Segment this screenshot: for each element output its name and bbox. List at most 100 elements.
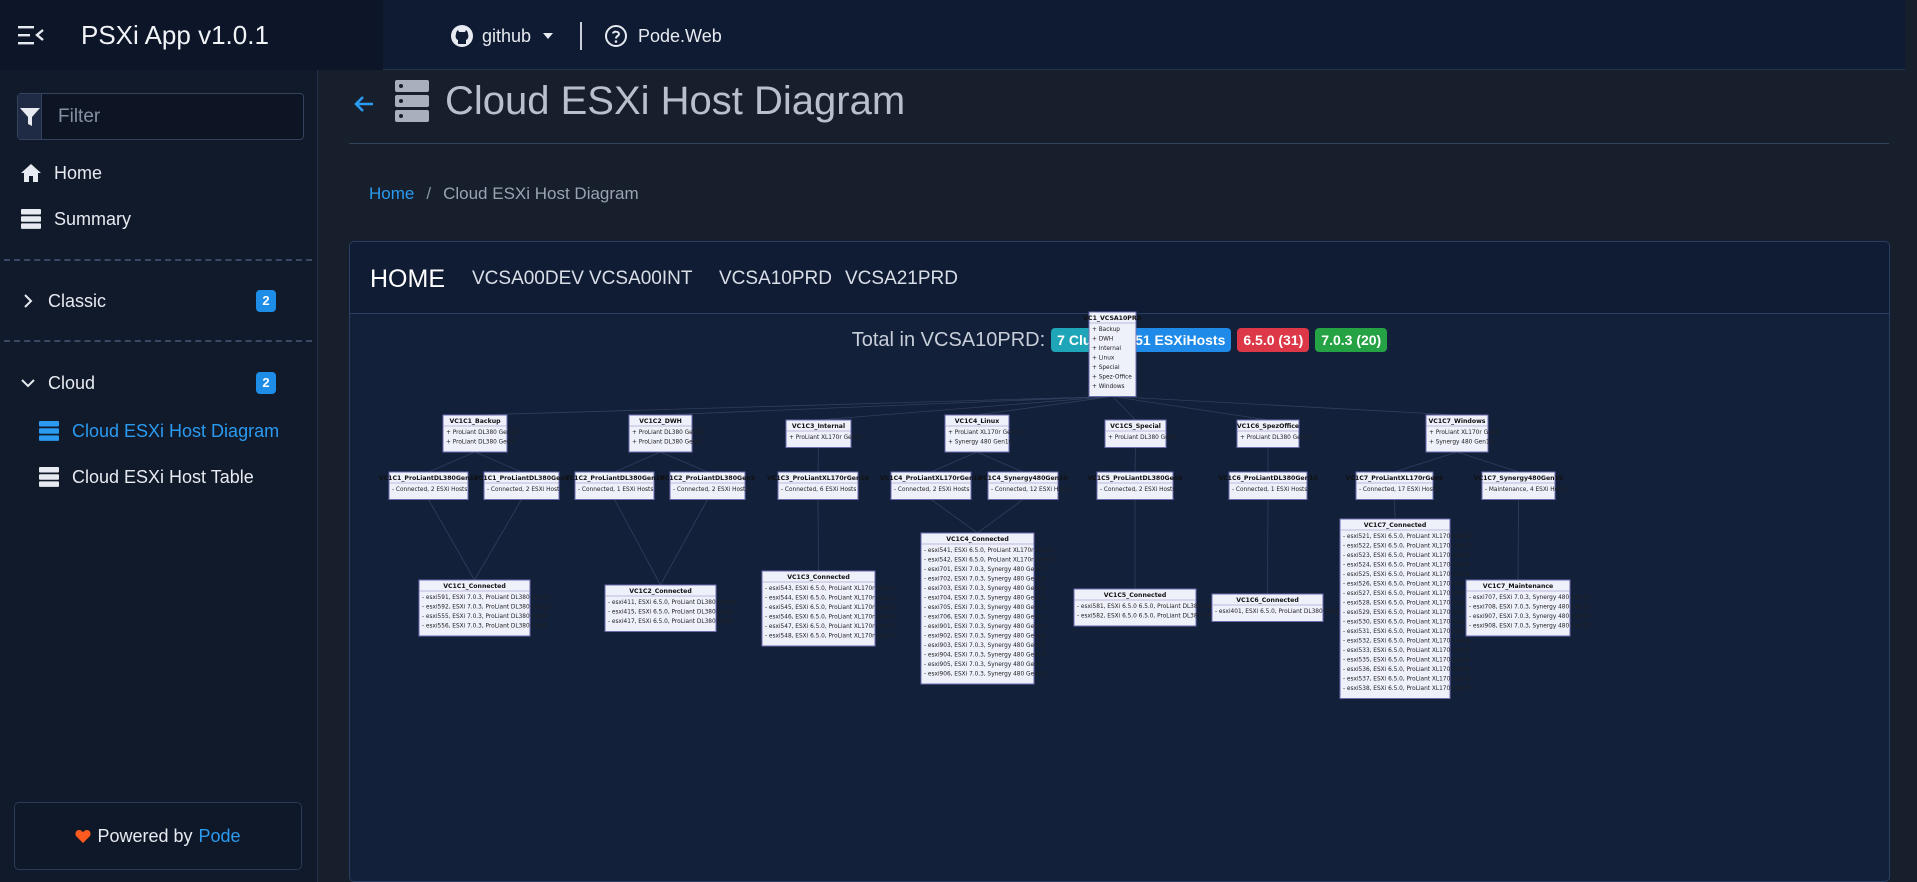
diagram-node-title: VC1C6_SpezOffice — [1237, 423, 1299, 430]
github-dropdown[interactable]: github — [450, 22, 554, 50]
back-arrow-icon[interactable] — [352, 92, 376, 116]
diagram-node-line: - esxi525, ESXi 6.5.0, ProLiant XL170r G… — [1343, 572, 1470, 578]
filter-input[interactable] — [42, 94, 303, 139]
diagram-node-line: - esxi542, ESXi 6.5.0, ProLiant XL170r G… — [924, 558, 1055, 564]
diagram-node-line: - esxi545, ESXi 6.5.0, ProLiant XL170r G… — [765, 605, 896, 611]
app-title[interactable]: PSXi App v1.0.1 — [81, 20, 269, 51]
pode-link[interactable]: Pode — [199, 826, 241, 847]
diagram-node-line: + Linux — [1092, 356, 1115, 362]
diagram-node-line: - esxi904, ESXi 7.0.3, Synergy 480 Gen10 — [924, 653, 1045, 659]
diagram-node-title: VC1C3_ProLiantXL170rGen10 — [767, 475, 870, 482]
diagram-node-title: VC1C7_Connected — [1364, 522, 1427, 529]
filter-button[interactable] — [18, 94, 42, 139]
model-node: VC1C5_ProLiantDL380Gen9 - Connected, 2 ES… — [1088, 471, 1183, 500]
diagram-node-title: VC1C1_Connected — [443, 583, 506, 590]
model-node: VC1C4_ProLiantXL170rGen10 - Connected, 2 … — [880, 471, 983, 500]
cluster-node: VC1C6_SpezOffice + ProLiant DL380 Gen10 — [1236, 419, 1312, 448]
diagram-node-line: + ProLiant XL170r Gen10 — [789, 435, 863, 441]
diagram-node-title: VC1C2_Connected — [629, 588, 692, 595]
sidebar-item-cloud-esxi-host-diagram[interactable]: Cloud ESXi Host Diagram — [38, 416, 279, 446]
diagram-node-title: VC1C1_Backup — [449, 418, 501, 425]
diagram-node-title: VC1C3_Connected — [787, 574, 850, 581]
diagram-node-line: + ProLiant XL170r Gen10 — [948, 430, 1022, 436]
sidebar-item-home[interactable]: Home — [20, 158, 102, 188]
diagram-node-line: - esxi533, ESXi 6.5.0, ProLiant XL170r G… — [1343, 648, 1470, 654]
diagram-node-line: - Connected, 17 ESXi Hosts — [1359, 487, 1438, 493]
diagram-node-line: - esxi524, ESXi 6.5.0, ProLiant XL170r G… — [1343, 563, 1470, 569]
title-divider — [349, 143, 1889, 144]
diagram-node-line: - Connected, 2 ESXi Hosts — [894, 487, 969, 493]
diagram-node-line: - esxi547, ESXi 6.5.0, ProLiant XL170r G… — [765, 624, 896, 630]
model-node: VC1C6_ProLiantDL380Gen10 - Connected, 1 E… — [1218, 471, 1318, 500]
sidebar-group-classic[interactable]: Classic — [20, 286, 106, 316]
model-node: VC1C1_ProLiantDL380Gen10 - Connected, 2 E… — [379, 471, 479, 500]
diagram-edge — [817, 499, 819, 572]
diagram-node-line: + DWH — [1092, 337, 1113, 343]
diagram-node-line: - esxi907, ESXi 7.0.3, Synergy 480 Gen10 — [1469, 614, 1590, 620]
sidebar: Home Summary Classic 2 Cloud 2 Cloud ESX… — [0, 70, 318, 882]
powered-by-text: Powered by — [97, 825, 193, 846]
podeweb-label: Pode.Web — [638, 25, 722, 46]
sidebar-item-label: Home — [54, 162, 103, 183]
diagram-node-line: - esxi703, ESXi 7.0.3, Synergy 480 Gen10 — [924, 586, 1045, 592]
diagram-node-line: - esxi531, ESXi 6.5.0, ProLiant XL170r G… — [1343, 629, 1470, 635]
root-node: VC1_VCSA10PRD + Backup + DWH + Internal + Li… — [1083, 311, 1142, 397]
podeweb-link[interactable]: Pode.Web — [604, 22, 722, 50]
host-group-node: VC1C6_Connected - esxi401, ESXi 6.5.0, Pr… — [1211, 593, 1344, 622]
sidebar-item-cloud-esxi-host-table[interactable]: Cloud ESXi Host Table — [38, 462, 254, 492]
diagram-node-line: - esxi530, ESXi 6.5.0, ProLiant XL170r G… — [1343, 620, 1470, 626]
diagram-node-line: - esxi411, ESXi 6.5.0, ProLiant DL380 Ge… — [608, 600, 737, 606]
filter-box — [17, 93, 304, 140]
sidebar-group-cloud[interactable]: Cloud — [20, 368, 95, 398]
diagram-node-title: VC1C6_Connected — [1236, 597, 1299, 604]
diagram-node-title: VC1C2_DWH — [639, 418, 682, 425]
cluster-node: VC1C1_Backup + ProLiant DL380 Gen10 + ProL… — [442, 414, 518, 453]
diagram-edge — [1517, 499, 1519, 581]
diagram-node-line: - esxi905, ESXi 7.0.3, Synergy 480 Gen10 — [924, 662, 1045, 668]
diagram-node-line: - esxi592, ESXi 7.0.3, ProLiant DL380 Ge… — [422, 605, 551, 611]
sidebar-item-summary[interactable]: Summary — [20, 204, 131, 234]
diagram-edge — [614, 451, 661, 473]
diagram-node-line: + Backup — [1092, 327, 1120, 333]
diagram-node-title: VC1C5_Connected — [1104, 592, 1167, 599]
diagram-node-line: + ProLiant DL380 Gen9 — [632, 440, 700, 446]
diagram-node-line: - esxi528, ESXi 6.5.0, ProLiant XL170r G… — [1343, 601, 1470, 607]
breadcrumb-home-link[interactable]: Home — [369, 184, 414, 204]
diagram-node-line: - esxi538, ESXi 6.5.0, ProLiant XL170r G… — [1343, 686, 1470, 692]
sidebar-item-label: Cloud ESXi Host Diagram — [72, 420, 280, 441]
chevron-down-icon — [543, 33, 554, 39]
page-title: Cloud ESXi Host Diagram — [445, 79, 906, 123]
diagram-node-line: - esxi702, ESXi 7.0.3, Synergy 480 Gen10 — [924, 577, 1045, 583]
diagram-node-title: VC1C5_Special — [1110, 423, 1161, 430]
chevron-down-icon — [21, 379, 35, 388]
diagram-node-line: - esxi529, ESXi 6.5.0, ProLiant XL170r G… — [1343, 610, 1470, 616]
diagram-node-line: - esxi707, ESXi 7.0.3, Synergy 480 Gen10 — [1469, 595, 1590, 601]
diagram-node-title: VC1C1_ProLiantDL380Gen10 — [379, 475, 479, 482]
sidebar-divider — [4, 259, 312, 261]
nav-divider — [580, 22, 582, 50]
host-group-node: VC1C2_Connected - esxi411, ESXi 6.5.0, Pr… — [604, 584, 737, 632]
diagram-node-title: VC1C4_Synergy480Gen10 — [978, 475, 1068, 482]
diagram-node-line: - Connected, 12 ESXi Hosts — [991, 487, 1070, 493]
diagram-node-title: VC1C3_Internal — [792, 423, 845, 430]
breadcrumb: Home / Cloud ESXi Host Diagram — [369, 184, 639, 204]
diagram-edge — [428, 499, 475, 581]
model-node: VC1C4_Synergy480Gen10 - Connected, 12 ESX… — [978, 471, 1070, 500]
host-group-node: VC1C7_Connected - esxi521, ESXi 6.5.0, Pr… — [1339, 518, 1470, 699]
diagram-node-title: VC1_VCSA10PRD — [1083, 315, 1141, 322]
menu-collapse-icon[interactable] — [18, 24, 44, 46]
diagram-node-line: - esxi546, ESXi 6.5.0, ProLiant XL170r G… — [765, 615, 896, 621]
model-node: VC1C2_ProLiantDL380Gen10 - Connected, 1 E… — [565, 471, 665, 500]
help-circle-icon — [605, 25, 627, 47]
diagram-edge — [474, 499, 522, 581]
diagram-node-line: - esxi903, ESXi 7.0.3, Synergy 480 Gen10 — [924, 643, 1045, 649]
top-navbar: PSXi App v1.0.1 github Pode.Web — [0, 0, 1905, 70]
github-label: github — [482, 25, 532, 46]
diagram-node-line: - esxi582, ESXi 6.5.0 6.5.0, ProLiant DL… — [1077, 614, 1219, 620]
diagram-node-title: VC1C2_ProLiantDL380Gen9 — [660, 475, 755, 482]
diagram-node-line: - Connected, 1 ESXi Hosts — [1232, 487, 1307, 493]
diagram-node-line: - esxi532, ESXi 6.5.0, ProLiant XL170r G… — [1343, 639, 1470, 645]
diagram-edge — [817, 447, 819, 473]
diagram-edge — [1267, 499, 1269, 595]
host-group-node: VC1C5_Connected - esxi581, ESXi 6.5.0 6.5… — [1073, 588, 1219, 627]
